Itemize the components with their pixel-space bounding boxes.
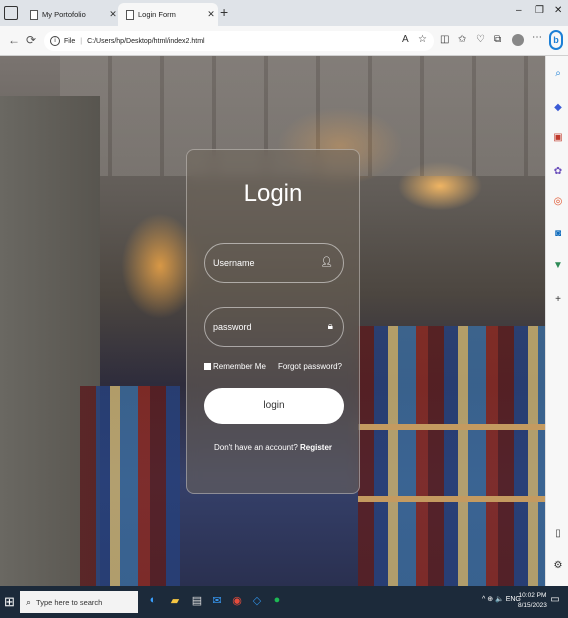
remember-label: Remember Me bbox=[213, 362, 266, 371]
reload-button[interactable]: ⟳ bbox=[26, 33, 36, 47]
maximize-button[interactable]: ❐ bbox=[535, 5, 544, 16]
page-viewport: Login 👤︎ 🔒︎ Remember Me Forgot password?… bbox=[0, 56, 545, 586]
settings-icon[interactable]: ⚙ bbox=[552, 560, 564, 571]
background-shelf-board bbox=[358, 496, 545, 502]
remember-checkbox[interactable] bbox=[204, 363, 211, 370]
collections-icon[interactable]: ⧉ bbox=[494, 34, 501, 45]
url-text: C:/Users/hp/Desktop/html/index2.html bbox=[87, 37, 205, 45]
spotify-icon[interactable]: ● bbox=[270, 594, 284, 608]
taskbar-search-placeholder: Type here to search bbox=[36, 597, 103, 607]
close-window-button[interactable]: ✕ bbox=[554, 5, 562, 16]
copilot-icon[interactable]: b bbox=[549, 30, 563, 50]
username-field[interactable]: 👤︎ bbox=[204, 243, 344, 283]
login-title: Login bbox=[243, 180, 303, 207]
sidebar-toggle-icon[interactable]: ▯ bbox=[552, 528, 564, 539]
browser-essentials-icon[interactable]: ♡ bbox=[476, 34, 485, 45]
chrome-icon[interactable]: ◉ bbox=[230, 594, 244, 608]
notifications-icon[interactable]: ▭ bbox=[548, 594, 562, 608]
lock-icon: 🔒︎ bbox=[327, 321, 333, 332]
remember-me[interactable]: Remember Me bbox=[204, 362, 266, 371]
games-icon[interactable]: ✿ bbox=[552, 166, 564, 177]
search-icon: ⌕ bbox=[26, 596, 32, 607]
search-icon[interactable]: ⌕ bbox=[552, 68, 564, 79]
system-tray[interactable]: ^ ⊕ 🔈 ENG bbox=[482, 595, 521, 603]
office-icon[interactable]: ◎ bbox=[552, 196, 564, 207]
password-field[interactable]: 🔒︎ bbox=[204, 307, 344, 347]
favorites-icon[interactable]: ✩ bbox=[458, 34, 466, 45]
tab-my-portfolio[interactable]: My Portofolio ✕ bbox=[22, 3, 120, 26]
page-icon bbox=[126, 9, 134, 20]
background-shelf-left bbox=[80, 386, 180, 586]
background-shelf-right bbox=[358, 326, 545, 586]
register-prompt: Don't have an account? Register bbox=[187, 443, 359, 452]
new-tab-button[interactable]: + bbox=[220, 4, 228, 20]
mail-icon[interactable]: ✉ bbox=[210, 594, 224, 608]
minimize-button[interactable]: – bbox=[516, 5, 522, 16]
shopping-icon[interactable]: ◆ bbox=[552, 102, 564, 113]
tools-icon[interactable]: ▣ bbox=[552, 132, 564, 143]
forgot-password-link[interactable]: Forgot password? bbox=[278, 362, 342, 371]
login-card: Login 👤︎ 🔒︎ Remember Me Forgot password?… bbox=[186, 149, 360, 494]
windows-start-icon[interactable]: ⊞ bbox=[4, 594, 15, 610]
file-explorer-icon[interactable]: ▰ bbox=[168, 594, 182, 608]
clock-date: 8/15/2023 bbox=[518, 602, 547, 609]
taskbar-search[interactable]: ⌕ Type here to search bbox=[20, 591, 138, 613]
outlook-icon[interactable]: ◙ bbox=[552, 228, 564, 239]
clock[interactable]: 10:02 PM 8/15/2023 bbox=[518, 591, 547, 611]
split-screen-icon[interactable]: ◫ bbox=[440, 34, 449, 45]
url-scheme: File bbox=[64, 37, 76, 45]
clock-time: 10:02 PM bbox=[518, 592, 547, 599]
password-input[interactable] bbox=[213, 319, 313, 335]
info-icon[interactable]: i bbox=[50, 36, 60, 46]
more-icon[interactable]: ⋯ bbox=[532, 32, 542, 43]
register-link[interactable]: Register bbox=[300, 443, 332, 452]
edge-sidebar: ⌕ ◆ ▣ ✿ ◎ ◙ ▼ + ▯ ⚙ bbox=[545, 56, 568, 586]
url-field[interactable]: i File | C:/Users/hp/Desktop/html/index2… bbox=[44, 31, 434, 51]
tab-login-form[interactable]: Login Form ✕ bbox=[118, 3, 218, 26]
bing-icon[interactable]: ▼ bbox=[552, 260, 564, 271]
store-icon[interactable]: ▤ bbox=[190, 594, 204, 608]
tab-label: Login Form bbox=[138, 10, 176, 19]
edge-icon[interactable]: ◐ bbox=[146, 594, 160, 608]
username-input[interactable] bbox=[213, 255, 313, 271]
close-tab-icon[interactable]: ✕ bbox=[204, 9, 218, 20]
background-shelf-board bbox=[358, 424, 545, 430]
url-separator: | bbox=[80, 37, 83, 45]
vscode-icon[interactable]: ◇ bbox=[250, 594, 264, 608]
login-button[interactable]: login bbox=[204, 388, 344, 424]
user-icon: 👤︎ bbox=[320, 257, 333, 268]
page-icon bbox=[30, 9, 38, 20]
back-button[interactable]: ← bbox=[8, 33, 20, 47]
profile-icon[interactable] bbox=[512, 34, 524, 46]
tab-bar: My Portofolio ✕ Login Form ✕ + – ❐ ✕ bbox=[0, 0, 568, 26]
no-account-text: Don't have an account? bbox=[213, 443, 298, 452]
workspaces-icon[interactable] bbox=[4, 6, 18, 20]
add-icon[interactable]: + bbox=[552, 294, 564, 305]
tab-label: My Portofolio bbox=[42, 10, 86, 19]
read-aloud-icon[interactable]: A bbox=[402, 34, 409, 45]
favorite-star-icon[interactable]: ☆ bbox=[418, 34, 427, 45]
taskbar: ⊞ ⌕ Type here to search ◐ ▰ ▤ ✉ ◉ ◇ ● ^ … bbox=[0, 586, 568, 618]
